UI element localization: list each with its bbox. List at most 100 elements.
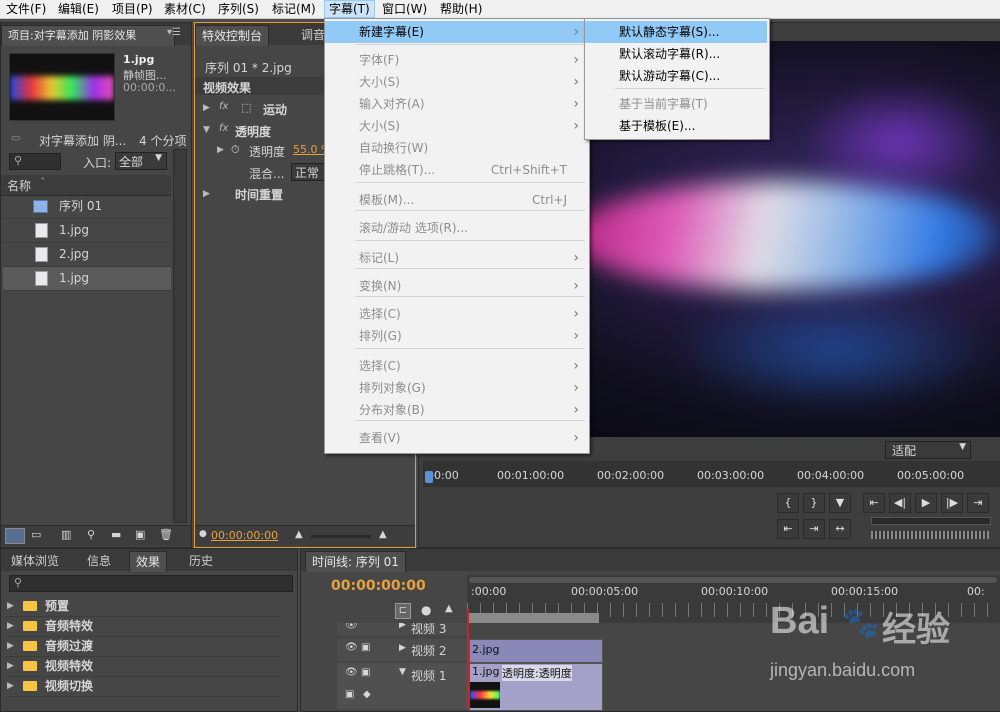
- list-header[interactable]: 名称 ⌃: [1, 175, 171, 196]
- tab-effect-controls[interactable]: 特效控制台: [195, 25, 270, 46]
- eye-icon[interactable]: 👁: [345, 667, 358, 678]
- title-menu-item[interactable]: 新建字幕(E) ›: [325, 21, 587, 43]
- menu-edit[interactable]: 编辑(E): [54, 0, 103, 18]
- sync-lock-icon[interactable]: ▣: [361, 642, 370, 653]
- new-title-submenu-item[interactable]: 默认游动字幕(C)...: [585, 65, 767, 87]
- trim-icon[interactable]: ↔: [829, 519, 851, 539]
- tab-timeline[interactable]: 时间线: 序列 01: [305, 551, 406, 572]
- menu-help[interactable]: 帮助(H): [436, 0, 486, 18]
- new-title-submenu-item[interactable]: 默认滚动字幕(R)...: [585, 43, 767, 65]
- effect-folder-presets[interactable]: ▶ 预置: [5, 597, 281, 617]
- project-scrollbar[interactable]: [173, 149, 187, 523]
- track-header-v2[interactable]: 👁 ▣ ▶ 视频 2: [337, 639, 467, 661]
- title-menu-item[interactable]: 字体(F) ›: [325, 49, 587, 71]
- clip-2jpg[interactable]: 2.jpg: [469, 639, 603, 663]
- expand-opacity-prop-icon[interactable]: ▶: [217, 145, 224, 155]
- shuttle-slider[interactable]: [871, 517, 991, 525]
- menu-clip[interactable]: 素材(C): [160, 0, 210, 18]
- extract-icon[interactable]: ⇥: [803, 519, 825, 539]
- tab-effects[interactable]: 效果: [129, 551, 168, 572]
- expand-icon[interactable]: ▶: [7, 637, 14, 656]
- title-menu-item[interactable]: 变换(N) ›: [325, 275, 587, 297]
- title-menu-item[interactable]: 输入对齐(A) ›: [325, 93, 587, 115]
- title-menu-item[interactable]: 选择(C) ›: [325, 303, 587, 325]
- timeline-zoom-bar[interactable]: [469, 577, 997, 583]
- trash-icon[interactable]: 🗑: [159, 528, 173, 541]
- project-item-sequence[interactable]: 序列 01: [3, 195, 171, 219]
- in-select[interactable]: 全部 ▼: [115, 152, 167, 170]
- title-menu-item[interactable]: 模板(M)... Ctrl+J: [325, 189, 587, 211]
- effects-search-input[interactable]: ⚲: [9, 575, 293, 592]
- zoom-out-icon[interactable]: ▲: [295, 529, 303, 540]
- menu-project[interactable]: 项目(P): [108, 0, 157, 18]
- set-marker-icon[interactable]: ▲: [445, 603, 453, 614]
- effect-folder-video-transitions[interactable]: ▶ 视频切换: [5, 677, 281, 697]
- new-title-submenu-item[interactable]: 基于模板(E)...: [585, 115, 767, 137]
- clip-effect-dropdown[interactable]: 透明度:透明度: [502, 665, 572, 681]
- expand-icon[interactable]: ▶: [399, 623, 406, 630]
- title-menu-item[interactable]: 查看(V) ›: [325, 427, 587, 449]
- tab-media-browser[interactable]: 媒体浏览: [5, 551, 65, 571]
- effect-time-remapping[interactable]: 时间重置: [235, 186, 283, 203]
- keyframe-display-icon[interactable]: ▣: [345, 689, 354, 700]
- fx-icon[interactable]: fx: [219, 101, 228, 112]
- sync-lock-icon[interactable]: ▣: [361, 667, 370, 678]
- expand-time-remap-icon[interactable]: ▶: [203, 189, 210, 199]
- menu-sequence[interactable]: 序列(S): [214, 0, 263, 18]
- jog-wheel[interactable]: [871, 531, 989, 539]
- title-menu-item[interactable]: 分布对象(B) ›: [325, 399, 587, 421]
- collapse-icon[interactable]: ▼: [399, 667, 406, 677]
- eye-icon[interactable]: 👁: [345, 642, 358, 653]
- menu-marker[interactable]: 标记(M): [268, 0, 320, 18]
- project-item-2jpg[interactable]: 2.jpg: [3, 243, 171, 267]
- project-search-input[interactable]: ⚲: [9, 153, 61, 170]
- add-keyframe-icon[interactable]: ◆: [363, 689, 371, 700]
- expand-icon[interactable]: ▶: [7, 677, 14, 696]
- stopwatch-icon[interactable]: ⏱: [231, 143, 240, 157]
- step-back-icon[interactable]: ◀|: [889, 493, 911, 513]
- project-item-1jpg[interactable]: 1.jpg: [3, 219, 171, 243]
- title-menu-item[interactable]: 选择(C) ›: [325, 355, 587, 377]
- fx-icon[interactable]: fx: [219, 123, 228, 134]
- effect-folder-audio-effects[interactable]: ▶ 音频特效: [5, 617, 281, 637]
- effect-folder-audio-transitions[interactable]: ▶ 音频过渡: [5, 637, 281, 657]
- list-view-icon[interactable]: [5, 528, 25, 544]
- collapse-opacity-icon[interactable]: ▼: [203, 125, 210, 135]
- timeline-timecode[interactable]: 00:00:00:00: [331, 578, 426, 594]
- title-menu-item[interactable]: 排列对象(G) ›: [325, 377, 587, 399]
- title-menu-item[interactable]: 停止跳格(T)... Ctrl+Shift+T: [325, 159, 587, 181]
- fit-select[interactable]: 适配 ▼: [885, 441, 971, 459]
- track-header-v1[interactable]: 👁 ▣ ▼ 视频 1 ▣ ◆: [337, 663, 467, 709]
- title-menu-item[interactable]: 大小(S) ›: [325, 115, 587, 137]
- find-icon[interactable]: ⚲: [87, 528, 95, 541]
- clip-1jpg[interactable]: 1.jpg 透明度:透明度: [469, 663, 603, 711]
- step-forward-icon[interactable]: |▶: [941, 493, 963, 513]
- zoom-in-icon[interactable]: ▲: [379, 529, 387, 540]
- marker-icon[interactable]: ▼: [829, 493, 851, 513]
- ec-timecode[interactable]: 00:00:00:00: [211, 529, 278, 542]
- mark-in-icon[interactable]: {: [777, 493, 799, 513]
- effect-folder-video-effects[interactable]: ▶ 视频特效: [5, 657, 281, 677]
- panel-menu-icon[interactable]: ▾☰: [167, 27, 181, 38]
- eye-icon[interactable]: 👁: [345, 623, 358, 631]
- title-menu-item[interactable]: 大小(S) ›: [325, 71, 587, 93]
- go-to-out-icon[interactable]: ⇥: [967, 493, 989, 513]
- expand-motion-icon[interactable]: ▶: [203, 103, 210, 113]
- playhead-icon[interactable]: [425, 471, 433, 483]
- monitor-time-ruler[interactable]: 00:00 00:01:00:00 00:02:00:00 00:03:00:0…: [423, 461, 1000, 487]
- new-title-submenu-item[interactable]: 默认静态字幕(S)...: [585, 21, 767, 43]
- play-icon[interactable]: ▶: [915, 493, 937, 513]
- menu-file[interactable]: 文件(F): [2, 0, 50, 18]
- tab-project[interactable]: 项目:对字幕添加 阴影效果: [1, 25, 175, 46]
- go-to-in-icon[interactable]: ⇤: [863, 493, 885, 513]
- icon-view-icon[interactable]: ▭: [31, 528, 41, 541]
- expand-icon[interactable]: ▶: [7, 657, 14, 676]
- effect-opacity[interactable]: 透明度: [235, 123, 271, 140]
- work-area-bar[interactable]: [469, 613, 599, 623]
- new-item-icon[interactable]: ▣: [135, 528, 145, 541]
- title-menu-item[interactable]: 排列(G) ›: [325, 325, 587, 347]
- project-item-1jpg-selected[interactable]: 1.jpg: [3, 267, 171, 291]
- new-bin-icon[interactable]: ▬: [111, 528, 121, 541]
- menu-title[interactable]: 字幕(T): [324, 0, 375, 18]
- lift-icon[interactable]: ⇤: [777, 519, 799, 539]
